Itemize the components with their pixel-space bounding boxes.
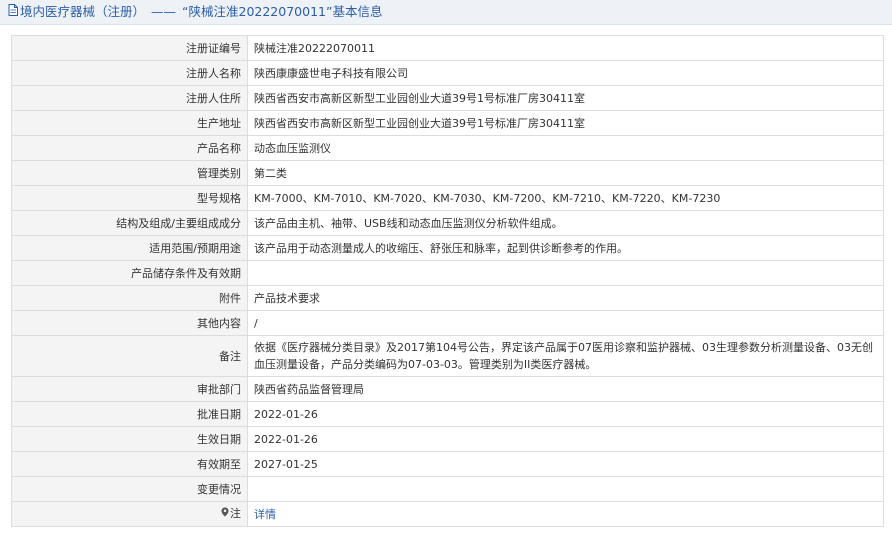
row-value	[247, 476, 884, 502]
header-subject: “陕械注准20222070011”基本信息	[182, 4, 383, 19]
row-label: 变更情况	[11, 476, 248, 502]
info-table: 注册证编号 陕械注准20222070011 注册人名称 陕西康康盛世电子科技有限公司…	[11, 35, 884, 527]
row-label: 批准日期	[11, 401, 248, 427]
row-label: 产品储存条件及有效期	[11, 260, 248, 286]
row-label: 其他内容	[11, 310, 248, 336]
row-label: 生产地址	[11, 110, 248, 136]
row-value: 2022-01-26	[247, 401, 884, 427]
pin-icon	[221, 505, 229, 522]
page-header: 境内医疗器械（注册） —— “陕械注准20222070011”基本信息	[0, 0, 892, 25]
header-prefix: 境内医疗器械（注册）	[20, 4, 146, 19]
row-value: 陕西康康盛世电子科技有限公司	[247, 60, 884, 86]
table-row: 变更情况	[11, 476, 884, 502]
row-value: 2027-01-25	[247, 451, 884, 477]
row-label: 生效日期	[11, 426, 248, 452]
table-row: 附件 产品技术要求	[11, 285, 884, 311]
table-row: 型号规格 KM-7000、KM-7010、KM-7020、KM-7030、KM-7…	[11, 185, 884, 211]
row-label: 注册证编号	[11, 35, 248, 61]
table-row: 其他内容 /	[11, 310, 884, 336]
row-value: 该产品由主机、袖带、USB线和动态血压监测仪分析软件组成。	[247, 210, 884, 236]
table-row: 注册人名称 陕西康康盛世电子科技有限公司	[11, 60, 884, 86]
row-label: 产品名称	[11, 135, 248, 161]
row-value: 陕西省药品监督管理局	[247, 376, 884, 402]
row-value: 该产品用于动态测量成人的收缩压、舒张压和脉率，起到供诊断参考的作用。	[247, 235, 884, 261]
note-label-cell: 注	[11, 501, 248, 527]
note-label: 注	[230, 507, 241, 521]
table-row: 管理类别 第二类	[11, 160, 884, 186]
row-label: 型号规格	[11, 185, 248, 211]
row-value: 2022-01-26	[247, 426, 884, 452]
row-label: 管理类别	[11, 160, 248, 186]
table-row: 注 详情	[11, 501, 884, 527]
table-row: 注册人住所 陕西省西安市高新区新型工业园创业大道39号1号标准厂房30411室	[11, 85, 884, 111]
document-icon	[8, 0, 18, 24]
details-link[interactable]: 详情	[254, 508, 276, 521]
table-row: 有效期至 2027-01-25	[11, 451, 884, 477]
row-value: 陕西省西安市高新区新型工业园创业大道39号1号标准厂房30411室	[247, 110, 884, 136]
row-label: 附件	[11, 285, 248, 311]
row-label: 结构及组成/主要组成成分	[11, 210, 248, 236]
row-label: 适用范围/预期用途	[11, 235, 248, 261]
row-value	[247, 260, 884, 286]
row-label: 备注	[11, 335, 248, 377]
table-row: 注册证编号 陕械注准20222070011	[11, 35, 884, 61]
row-label: 注册人名称	[11, 60, 248, 86]
row-value: 依据《医疗器械分类目录》及2017第104号公告，界定该产品属于07医用诊察和监…	[247, 335, 884, 377]
row-label: 审批部门	[11, 376, 248, 402]
row-label: 有效期至	[11, 451, 248, 477]
row-value: 陕西省西安市高新区新型工业园创业大道39号1号标准厂房30411室	[247, 85, 884, 111]
table-row: 审批部门 陕西省药品监督管理局	[11, 376, 884, 402]
row-value: 陕械注准20222070011	[247, 35, 884, 61]
table-row: 备注 依据《医疗器械分类目录》及2017第104号公告，界定该产品属于07医用诊察…	[11, 335, 884, 377]
row-value: /	[247, 310, 884, 336]
row-value: 产品技术要求	[247, 285, 884, 311]
row-value: 动态血压监测仪	[247, 135, 884, 161]
table-row: 产品名称 动态血压监测仪	[11, 135, 884, 161]
header-separator: ——	[151, 4, 177, 19]
row-value: KM-7000、KM-7010、KM-7020、KM-7030、KM-7200、…	[247, 185, 884, 211]
table-row: 生产地址 陕西省西安市高新区新型工业园创业大道39号1号标准厂房30411室	[11, 110, 884, 136]
table-row: 适用范围/预期用途 该产品用于动态测量成人的收缩压、舒张压和脉率，起到供诊断参考的…	[11, 235, 884, 261]
table-row: 批准日期 2022-01-26	[11, 401, 884, 427]
table-row: 生效日期 2022-01-26	[11, 426, 884, 452]
table-row: 结构及组成/主要组成成分 该产品由主机、袖带、USB线和动态血压监测仪分析软件组成…	[11, 210, 884, 236]
row-label: 注册人住所	[11, 85, 248, 111]
table-row: 产品储存条件及有效期	[11, 260, 884, 286]
note-value-cell: 详情	[247, 501, 884, 527]
row-value: 第二类	[247, 160, 884, 186]
